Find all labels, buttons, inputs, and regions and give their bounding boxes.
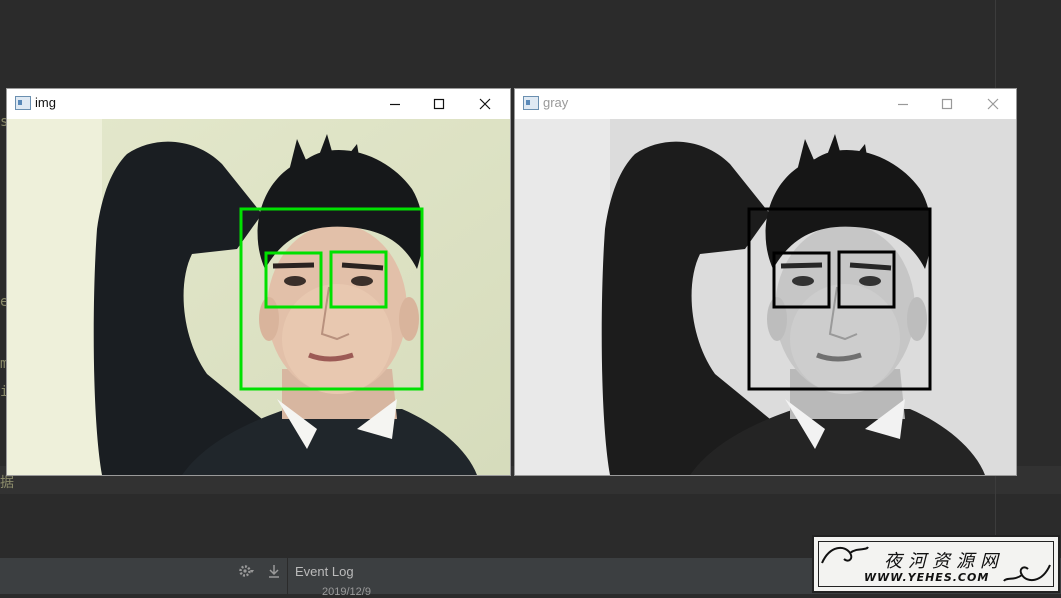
window-app-icon xyxy=(523,96,539,110)
panel-divider xyxy=(287,558,288,594)
minimize-button[interactable] xyxy=(383,94,407,114)
maximize-icon xyxy=(433,98,445,110)
download-icon[interactable] xyxy=(266,563,282,579)
image-canvas xyxy=(515,119,1016,475)
close-icon xyxy=(479,98,491,110)
img-window[interactable]: img xyxy=(6,88,511,476)
window-titlebar[interactable]: gray xyxy=(515,89,1016,119)
gray-window[interactable]: gray xyxy=(514,88,1017,476)
ornament-icon xyxy=(821,546,869,564)
maximize-button[interactable] xyxy=(935,94,959,114)
close-button[interactable] xyxy=(981,94,1005,114)
watermark-logo: 夜河资源网 WWW.YEHES.COM xyxy=(812,535,1060,593)
logo-url: WWW.YEHES.COM xyxy=(864,571,990,584)
image-canvas xyxy=(7,119,510,475)
window-title: gray xyxy=(543,95,569,110)
minimize-icon xyxy=(390,103,400,106)
window-app-icon xyxy=(15,96,31,110)
window-titlebar[interactable]: img xyxy=(7,89,510,119)
event-log-date: 2019/12/9 xyxy=(322,586,371,598)
close-button[interactable] xyxy=(473,94,497,114)
minimize-icon xyxy=(898,103,908,106)
minimize-button[interactable] xyxy=(891,94,915,114)
logo-name: 夜河资源网 xyxy=(884,551,1004,572)
maximize-icon xyxy=(941,98,953,110)
grayscale-portrait-image xyxy=(515,119,1016,475)
portrait-image xyxy=(7,119,510,475)
window-title: img xyxy=(35,95,56,110)
close-icon xyxy=(987,98,999,110)
gear-icon[interactable] xyxy=(238,563,254,579)
ornament-icon xyxy=(1003,564,1051,582)
maximize-button[interactable] xyxy=(427,94,451,114)
event-log-tab[interactable]: Event Log xyxy=(295,564,354,579)
